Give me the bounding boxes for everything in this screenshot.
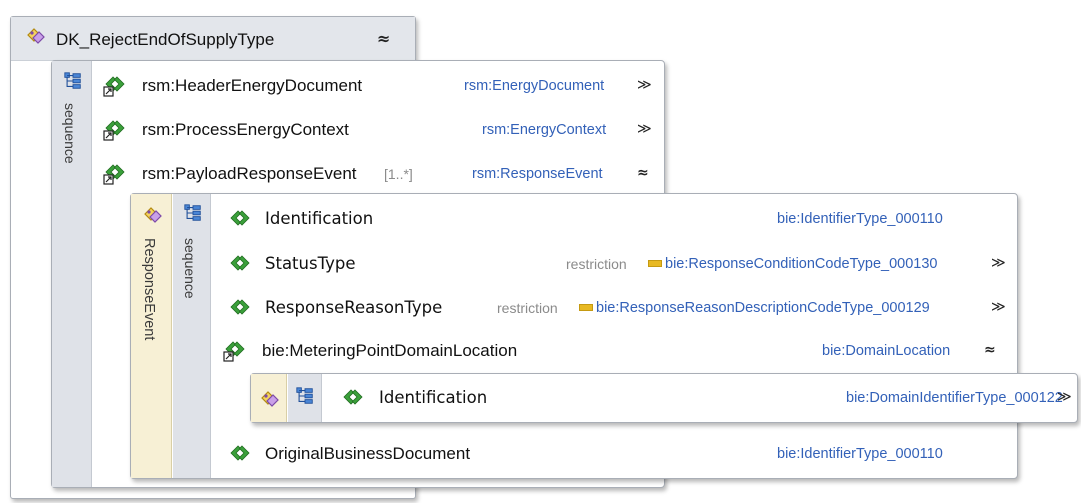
expand-toggle-icon[interactable]: ≫: [1057, 387, 1072, 407]
restriction-icon: [579, 303, 593, 311]
element-name[interactable]: Identification: [379, 388, 487, 408]
element-icon: [341, 386, 365, 408]
element-name[interactable]: Identification: [265, 209, 373, 229]
collapse-toggle-icon[interactable]: ≈: [984, 340, 996, 360]
complex-type-icon: [141, 203, 163, 225]
response-event-box: [130, 193, 1018, 479]
element-name[interactable]: OriginalBusinessDocument: [265, 444, 470, 464]
element-type: rsm:EnergyContext: [482, 122, 607, 138]
element-icon: [228, 296, 252, 318]
element-cardinality: [1..*]: [384, 166, 413, 182]
expand-toggle-icon[interactable]: ≫: [637, 75, 652, 95]
sequence-strip: [173, 194, 211, 478]
element-name[interactable]: ResponseReasonType: [265, 298, 442, 318]
collapse-toggle-icon[interactable]: ≈: [377, 29, 390, 49]
referenced-element-icon: [222, 339, 248, 363]
restriction-label: restriction: [566, 256, 627, 272]
element-icon: [228, 442, 252, 464]
element-type: rsm:ResponseEvent: [472, 166, 603, 182]
referenced-element-icon: [102, 74, 128, 98]
element-icon: [228, 252, 252, 274]
expand-toggle-icon[interactable]: ≫: [991, 297, 1006, 317]
expand-toggle-icon[interactable]: ≫: [991, 253, 1006, 273]
sequence-label: sequence: [182, 238, 198, 299]
element-type: bie:ResponseReasonDescriptionCodeType_00…: [579, 298, 930, 318]
element-type: bie:IdentifierType_000110: [777, 446, 943, 462]
restriction-icon: [648, 259, 662, 267]
element-name[interactable]: rsm:HeaderEnergyDocument: [142, 76, 362, 96]
sequence-icon: [295, 386, 315, 406]
element-type: bie:ResponseConditionCodeType_000130: [648, 254, 937, 274]
collapse-toggle-icon[interactable]: ≈: [637, 163, 649, 183]
referenced-element-icon: [102, 162, 128, 186]
element-type: bie:DomainIdentifierType_000122: [846, 390, 1063, 406]
element-type: rsm:EnergyDocument: [464, 78, 605, 94]
element-name[interactable]: rsm:ProcessEnergyContext: [142, 120, 349, 140]
element-type: bie:IdentifierType_000110: [777, 211, 943, 227]
sequence-icon: [63, 71, 83, 91]
expand-toggle-icon[interactable]: ≫: [637, 119, 652, 139]
sequence-label: sequence: [62, 103, 78, 164]
sequence-icon: [183, 203, 203, 223]
complex-type-title: DK_RejectEndOfSupplyType: [56, 30, 275, 49]
restriction-label: restriction: [497, 300, 558, 316]
complex-type-icon: [24, 24, 46, 46]
complex-type-label: ResponseEvent: [141, 238, 157, 341]
element-name[interactable]: rsm:PayloadResponseEvent: [142, 164, 357, 184]
referenced-element-icon: [102, 118, 128, 142]
element-icon: [228, 207, 252, 229]
complex-type-icon: [258, 387, 280, 409]
element-name[interactable]: bie:MeteringPointDomainLocation: [262, 341, 517, 361]
element-name[interactable]: StatusType: [265, 254, 355, 274]
element-type: bie:DomainLocation: [822, 343, 951, 359]
